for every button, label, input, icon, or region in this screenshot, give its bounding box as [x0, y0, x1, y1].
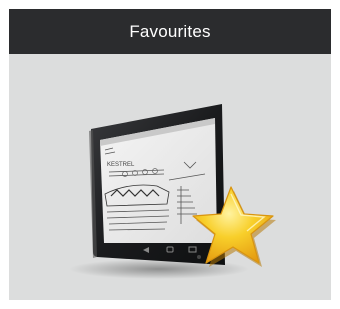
favourites-header: Favourites: [9, 9, 331, 54]
tablet-icon: KESTREL: [89, 104, 225, 265]
favourites-card[interactable]: Favourites KESTREL: [9, 9, 331, 300]
tablet-with-star-icon: KESTREL: [69, 104, 276, 279]
favourites-tile[interactable]: KESTREL: [9, 54, 331, 300]
favourites-title: Favourites: [129, 21, 211, 41]
screen-label: KESTREL: [107, 162, 135, 168]
